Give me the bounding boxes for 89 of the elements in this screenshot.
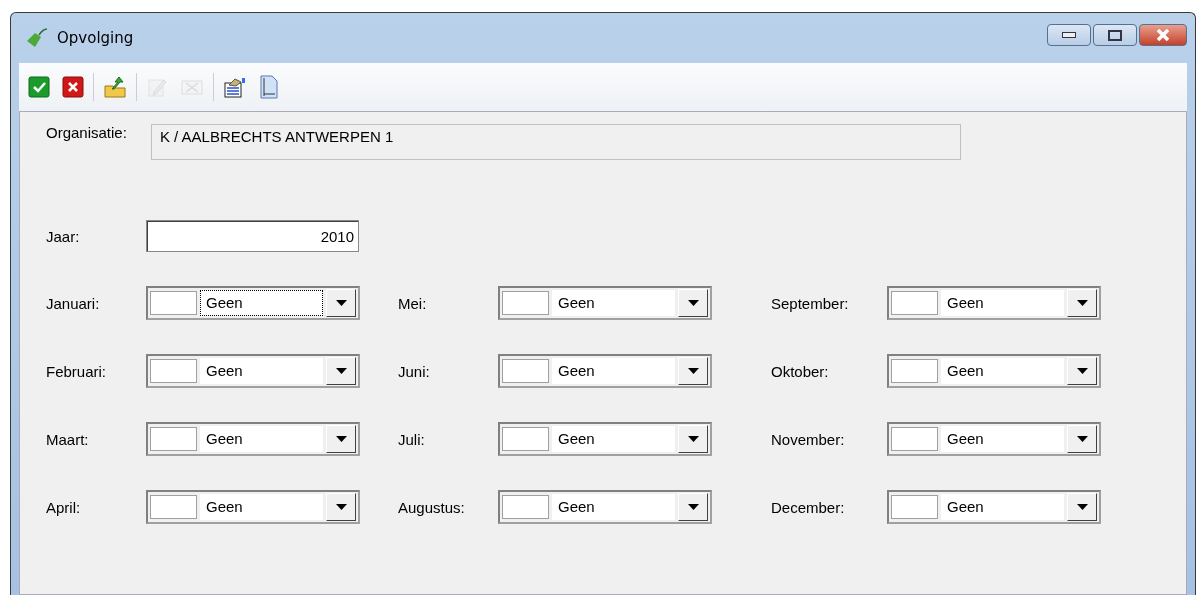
field-label: December:	[771, 498, 846, 516]
field-label: September:	[771, 294, 850, 312]
caret-icon	[687, 368, 699, 374]
caret-icon	[1076, 300, 1088, 306]
dropdown-value: Geen	[941, 358, 1064, 384]
color-box	[150, 495, 197, 519]
color-box	[502, 291, 549, 315]
dropdown-value: Geen	[552, 426, 675, 452]
dropdown[interactable]: Geen	[498, 490, 712, 524]
folder-arrow-icon[interactable]	[103, 75, 127, 99]
organisation-field: K / AALBRECHTS ANTWERPEN 1	[150, 124, 961, 160]
caret-icon	[335, 300, 347, 306]
close-button[interactable]	[1139, 24, 1187, 46]
caret-icon	[335, 504, 347, 510]
caret-icon	[687, 504, 699, 510]
organisation-label: Organisatie:	[46, 124, 127, 141]
maximize-icon	[1108, 29, 1122, 41]
field-label: Maart:	[46, 430, 90, 448]
color-box	[891, 427, 938, 451]
caret-icon	[335, 436, 347, 442]
dropdown[interactable]: Geen	[887, 490, 1101, 524]
close-icon	[1155, 29, 1171, 41]
dropdown-button[interactable]	[1067, 289, 1097, 317]
color-box	[891, 495, 938, 519]
dropdown-button[interactable]	[1067, 357, 1097, 385]
caret-icon	[335, 368, 347, 374]
color-box	[502, 359, 549, 383]
field-label: Februari:	[46, 362, 108, 380]
properties-icon[interactable]	[223, 75, 247, 99]
caret-icon	[687, 436, 699, 442]
dropdown-value: Geen	[200, 290, 323, 316]
dropdown[interactable]: Geen	[887, 354, 1101, 388]
field-label: Jaar:	[46, 227, 81, 245]
color-box	[150, 427, 197, 451]
dropdown-value: Geen	[552, 494, 675, 520]
dropdown-value: Geen	[941, 426, 1064, 452]
field-label: Mei:	[398, 294, 428, 312]
dropdown-button[interactable]	[1067, 425, 1097, 453]
caret-icon	[1076, 504, 1088, 510]
close-icon[interactable]	[62, 76, 84, 98]
dropdown-button[interactable]	[326, 425, 356, 453]
color-box	[150, 291, 197, 315]
year-field[interactable]: 2010	[146, 220, 359, 252]
leaf-icon	[25, 27, 49, 49]
dropdown[interactable]: Geen	[146, 490, 360, 524]
maximize-button[interactable]	[1093, 24, 1137, 46]
caret-icon	[687, 300, 699, 306]
color-box	[891, 359, 938, 383]
minimize-icon	[1062, 32, 1076, 38]
dropdown[interactable]: Geen	[146, 286, 360, 320]
dropdown[interactable]: Geen	[887, 286, 1101, 320]
dropdown-button[interactable]	[326, 357, 356, 385]
field-label: November:	[771, 430, 846, 448]
dropdown[interactable]: Geen	[498, 286, 712, 320]
dropdown[interactable]: Geen	[887, 422, 1101, 456]
dropdown-value: Geen	[941, 290, 1064, 316]
color-box	[891, 291, 938, 315]
field-label: Juli:	[398, 430, 426, 448]
field-label: Augustus:	[398, 498, 466, 516]
dropdown-value: Geen	[200, 358, 323, 384]
field-label: April:	[46, 498, 82, 516]
dropdown-button[interactable]	[326, 493, 356, 521]
dropdown-button[interactable]	[1067, 493, 1097, 521]
color-box	[150, 359, 197, 383]
field-label: Oktober:	[771, 362, 830, 380]
dropdown-value: Geen	[200, 426, 323, 452]
caret-icon	[1076, 436, 1088, 442]
color-box	[502, 427, 549, 451]
caret-icon	[1076, 368, 1088, 374]
minimize-button[interactable]	[1047, 24, 1091, 46]
page-icon[interactable]	[259, 75, 279, 99]
dropdown-value: Geen	[552, 358, 675, 384]
checkmark-icon[interactable]	[28, 76, 50, 98]
dropdown-button[interactable]	[678, 493, 708, 521]
dropdown-button[interactable]	[678, 289, 708, 317]
dropdown[interactable]: Geen	[146, 354, 360, 388]
color-box	[502, 495, 549, 519]
dropdown[interactable]: Geen	[498, 354, 712, 388]
dropdown-button[interactable]	[326, 289, 356, 317]
dropdown-button[interactable]	[678, 357, 708, 385]
dropdown-button[interactable]	[678, 425, 708, 453]
dropdown-value: Geen	[552, 290, 675, 316]
field-label: Januari:	[46, 294, 101, 312]
field-label: Juni:	[398, 362, 431, 380]
dropdown-value: Geen	[200, 494, 323, 520]
dropdown-value: Geen	[941, 494, 1064, 520]
dropdown[interactable]: Geen	[146, 422, 360, 456]
dropdown[interactable]: Geen	[498, 422, 712, 456]
window-title: Opvolging	[57, 29, 134, 47]
